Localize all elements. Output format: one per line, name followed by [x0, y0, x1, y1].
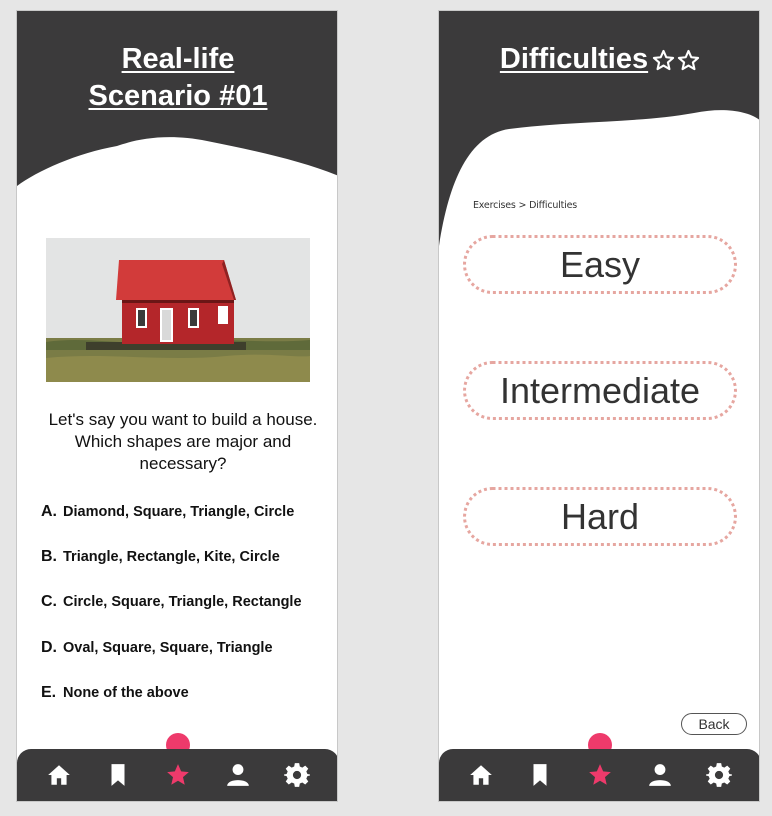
easy-button[interactable]: Easy — [463, 235, 737, 294]
answer-text: Triangle, Rectangle, Kite, Circle — [63, 549, 280, 565]
nav-star-icon[interactable] — [158, 755, 198, 795]
star-icon — [167, 764, 189, 785]
gear-icon — [706, 763, 733, 787]
answer-text: Circle, Square, Triangle, Rectangle — [63, 594, 302, 610]
user-icon — [648, 764, 671, 786]
answer-option-c[interactable]: C. Circle, Square, Triangle, Rectangle — [41, 593, 331, 611]
nav-home-icon[interactable] — [39, 755, 79, 795]
nav-bookmark-icon[interactable] — [98, 755, 138, 795]
bottom-nav — [17, 749, 337, 801]
answer-text: None of the above — [63, 685, 189, 701]
bottom-nav — [439, 749, 759, 801]
difficulty-stars — [652, 49, 700, 72]
nav-user-icon[interactable] — [218, 755, 258, 795]
nav-bookmark-icon[interactable] — [520, 755, 560, 795]
answer-text: Diamond, Square, Triangle, Circle — [63, 504, 295, 520]
home-icon — [469, 765, 492, 785]
nav-home-icon[interactable] — [461, 755, 501, 795]
nav-gear-icon[interactable] — [277, 755, 317, 795]
page-title: Real-life Scenario #01 — [17, 41, 337, 115]
answer-letter: E. — [41, 684, 57, 701]
nav-star-icon[interactable] — [580, 755, 620, 795]
nav-gear-icon[interactable] — [699, 755, 739, 795]
bookmark-icon — [111, 764, 125, 786]
scenario-screen: Real-life Scenario #01 Let's say you wan… — [16, 10, 338, 802]
answer-option-a[interactable]: A. Diamond, Square, Triangle, Circle — [41, 503, 331, 521]
answer-letter: B. — [41, 548, 57, 565]
answer-text: Oval, Square, Square, Triangle — [63, 640, 273, 656]
answer-option-e[interactable]: E. None of the above — [41, 684, 331, 702]
answer-letter: C. — [41, 593, 57, 610]
hard-button[interactable]: Hard — [463, 487, 737, 546]
bookmark-icon — [533, 764, 547, 786]
difficulties-title: Difficulties — [499, 43, 649, 75]
nav-user-icon[interactable] — [640, 755, 680, 795]
question-text: Let's say you want to build a house. Whi… — [48, 410, 318, 473]
home-icon — [47, 765, 70, 785]
gear-icon — [284, 763, 311, 787]
star-outline-icon — [652, 49, 675, 71]
star-icon — [589, 764, 611, 785]
title-line-1: Real-life — [121, 43, 235, 75]
house-photo — [46, 238, 310, 382]
page-title: Difficulties — [439, 41, 759, 78]
title-line-2: Scenario #01 — [88, 80, 268, 112]
intermediate-button[interactable]: Intermediate — [463, 361, 737, 420]
breadcrumb[interactable]: Exercises > Difficulties — [473, 200, 577, 211]
answer-option-d[interactable]: D. Oval, Square, Square, Triangle — [41, 639, 331, 657]
back-button[interactable]: Back — [681, 713, 747, 735]
answer-option-b[interactable]: B. Triangle, Rectangle, Kite, Circle — [41, 548, 331, 566]
answer-letter: D. — [41, 639, 57, 656]
answer-letter: A. — [41, 503, 57, 520]
difficulties-screen: Difficulties Exercises > Difficulties Ea… — [438, 10, 760, 802]
star-outline-icon — [677, 49, 700, 71]
user-icon — [226, 764, 249, 786]
